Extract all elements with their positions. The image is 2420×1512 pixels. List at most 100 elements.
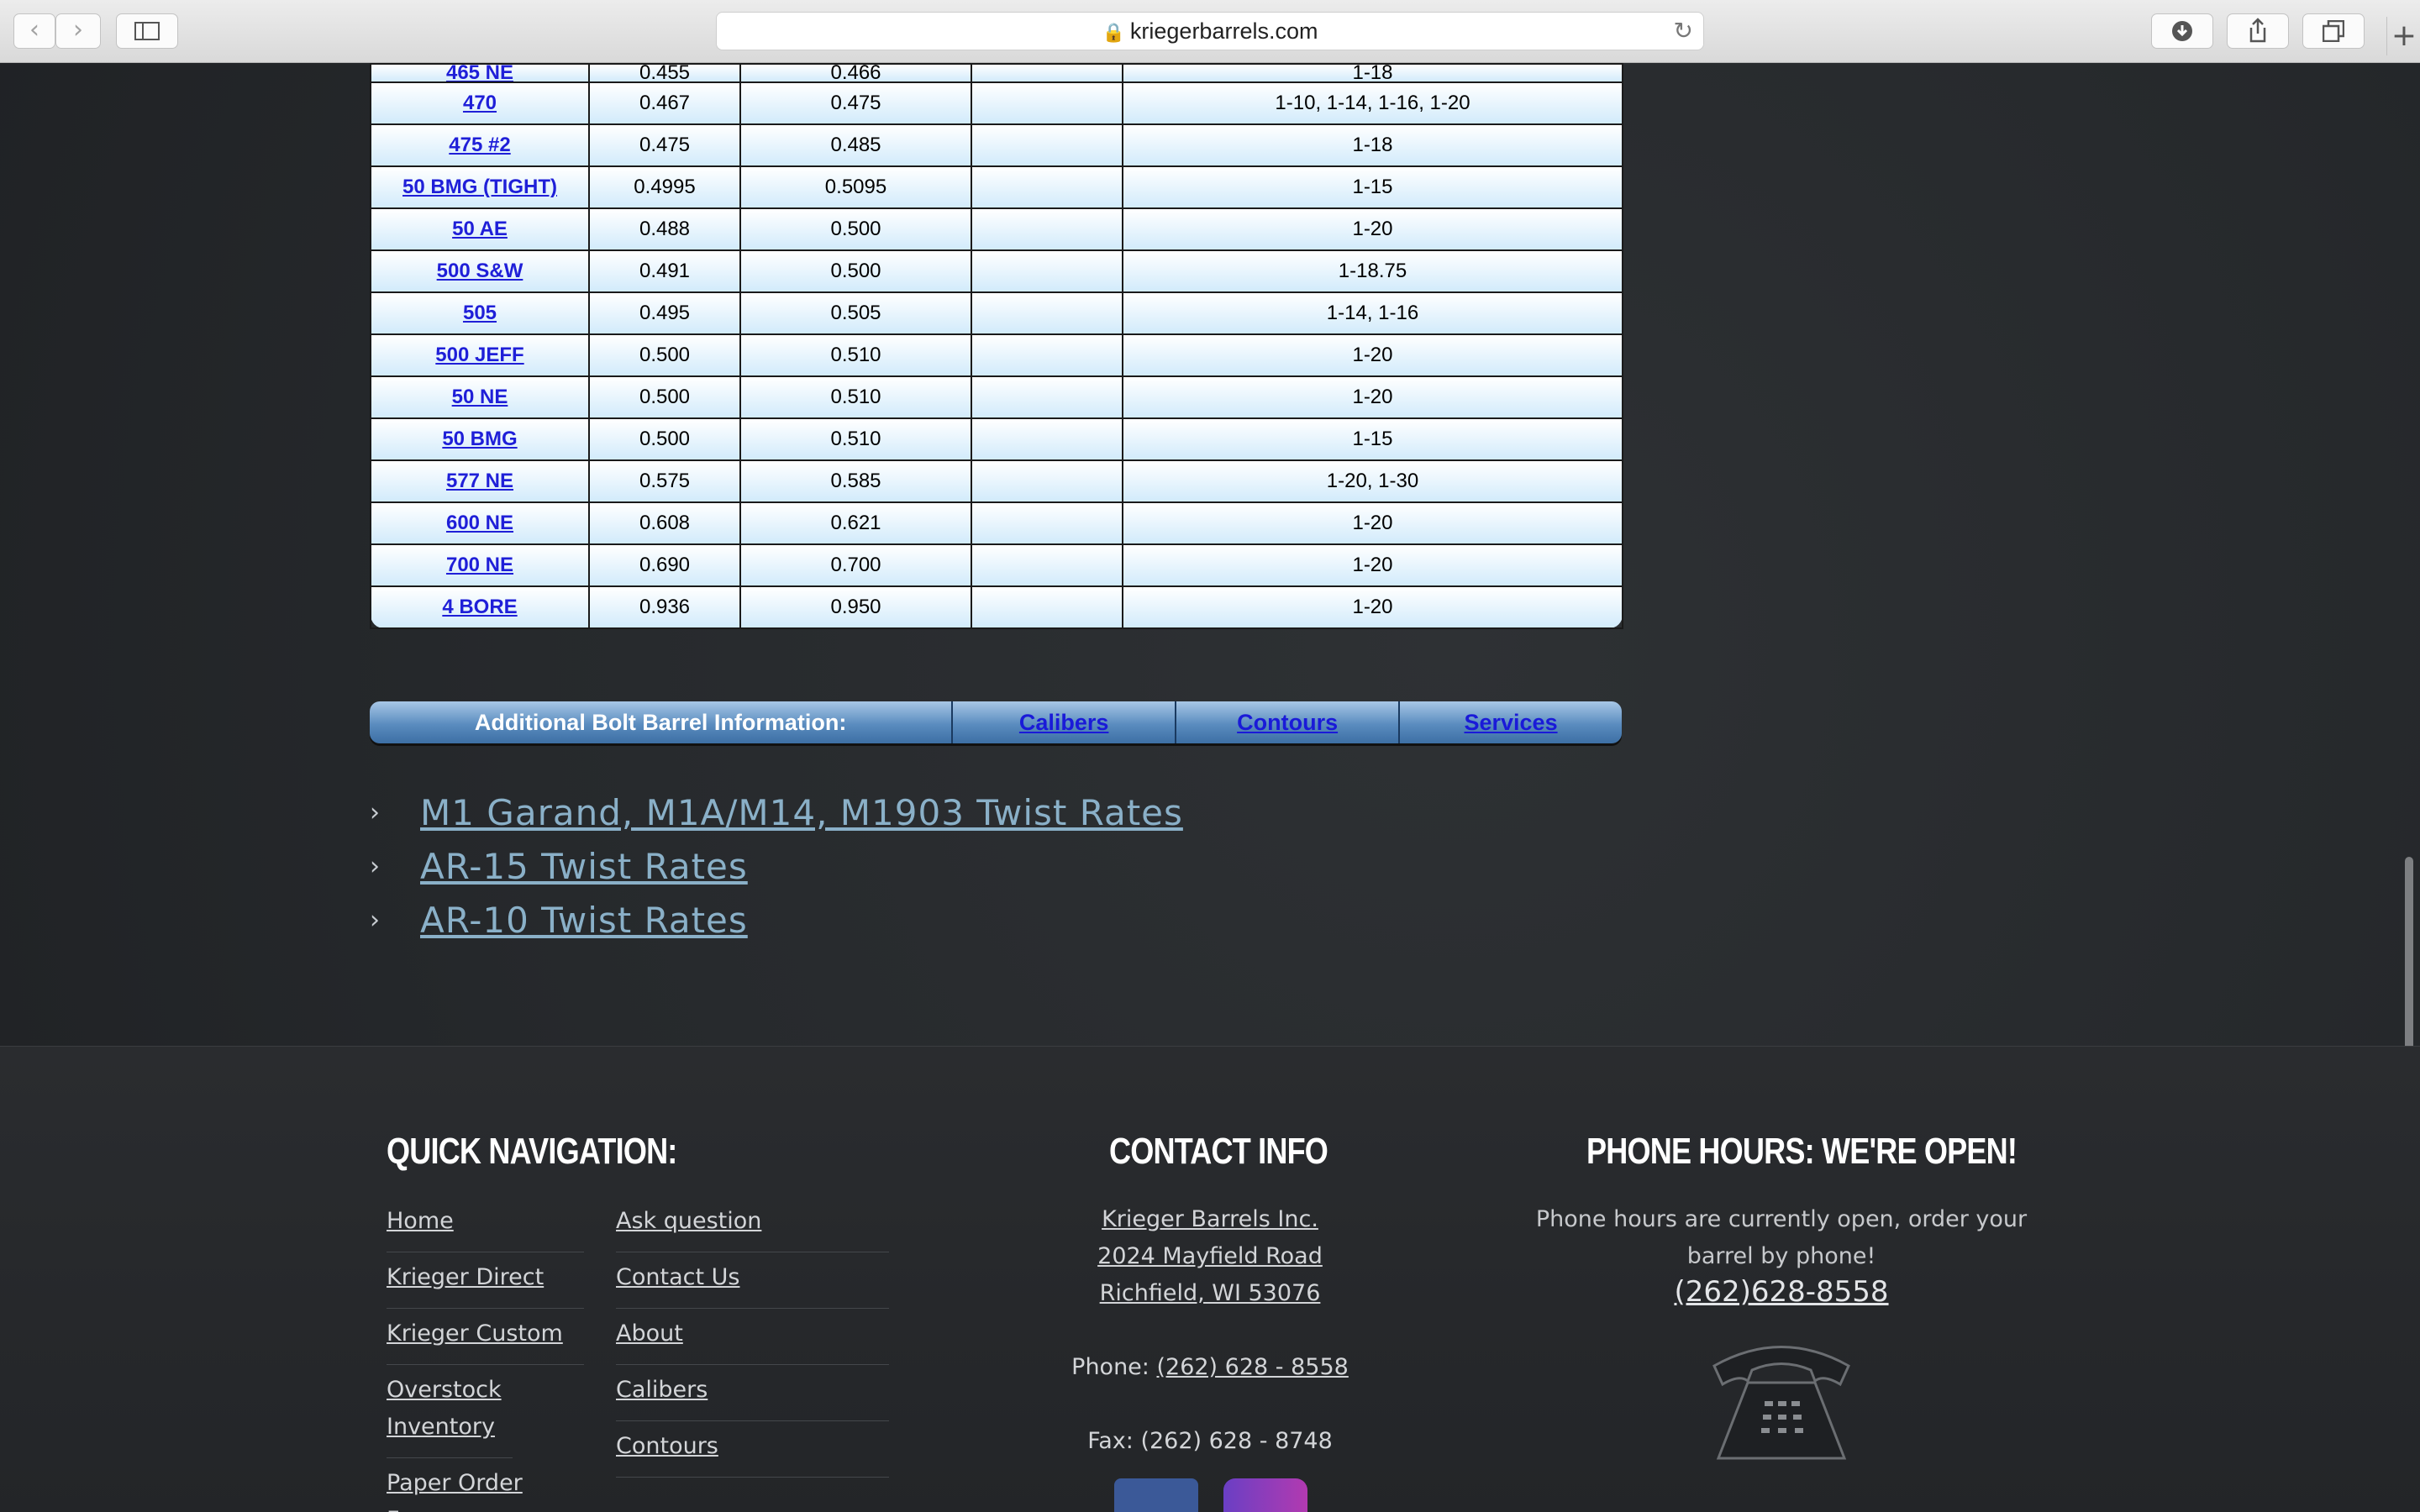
phone-hours-link[interactable]: (262)628-8558 (1512, 1275, 2050, 1309)
social-icons (1042, 1478, 1378, 1512)
caliber-cell: 4 BORE (370, 585, 590, 629)
sidebar-button[interactable] (116, 13, 178, 49)
contours-link[interactable]: Contours (1176, 701, 1401, 743)
forward-button[interactable]: › (55, 13, 101, 49)
address-line-1[interactable]: 2024 Mayfield Road (1097, 1243, 1323, 1269)
chevron-right-icon: › (370, 851, 380, 881)
ar15-twist-link[interactable]: AR-15 Twist Rates (420, 846, 748, 887)
lock-icon: 🔒 (1102, 23, 1125, 44)
caliber-cell: 50 BMG (TIGHT) (370, 165, 590, 209)
caliber-link[interactable]: 470 (463, 92, 497, 114)
caliber-cell: 475 #2 (370, 123, 590, 167)
table-row: 50 AE 0.488 0.500 1-20 (370, 207, 1623, 251)
blank-cell (971, 543, 1123, 587)
back-button[interactable]: ‹ (13, 13, 55, 49)
table-row: 577 NE 0.575 0.585 1-20, 1-30 (370, 459, 1623, 503)
blank-cell (971, 123, 1123, 167)
caliber-link[interactable]: 505 (463, 302, 497, 324)
nav-link-krieger-custom[interactable]: Krieger Custom (387, 1309, 584, 1365)
share-button[interactable] (2227, 13, 2289, 49)
table-row: 500 JEFF 0.500 0.510 1-20 (370, 333, 1623, 377)
blank-cell (971, 333, 1123, 377)
caliber-link[interactable]: 4 BORE (442, 596, 517, 618)
land-cell: 0.936 (588, 585, 741, 629)
caliber-link[interactable]: 475 #2 (449, 134, 510, 156)
services-link[interactable]: Services (1400, 701, 1622, 743)
groove-cell: 0.475 (739, 81, 972, 125)
downloads-button[interactable] (2151, 13, 2213, 49)
blank-cell (971, 375, 1123, 419)
caliber-link[interactable]: 50 NE (452, 386, 508, 408)
contact-info-title: CONTACT INFO (1109, 1131, 1328, 1172)
facebook-icon[interactable] (1114, 1478, 1198, 1512)
caliber-link[interactable]: 50 BMG (442, 428, 517, 450)
twist-cell: 1-18 (1122, 123, 1623, 167)
phone-hours-text: Phone hours are currently open, order yo… (1535, 1206, 2028, 1269)
land-cell: 0.500 (588, 417, 741, 461)
calibers-link[interactable]: Calibers (953, 701, 1177, 743)
instagram-icon[interactable] (1223, 1478, 1307, 1512)
nav-link-overstock[interactable]: Overstock Inventory (387, 1365, 513, 1458)
caliber-link[interactable]: 465 NE (446, 66, 513, 81)
nav-link-home[interactable]: Home (387, 1196, 584, 1252)
caliber-cell: 600 NE (370, 501, 590, 545)
land-cell: 0.500 (588, 333, 741, 377)
quick-nav-title: QUICK NAVIGATION: (387, 1131, 677, 1172)
nav-link-about[interactable]: About (616, 1309, 889, 1365)
groove-cell: 0.585 (739, 459, 972, 503)
download-icon (2172, 21, 2192, 41)
twist-cell: 1-20, 1-30 (1122, 459, 1623, 503)
caliber-cell: 500 JEFF (370, 333, 590, 377)
caliber-link[interactable]: 500 JEFF (435, 344, 523, 366)
land-cell: 0.4995 (588, 165, 741, 209)
nav-link-contours[interactable]: Contours (616, 1421, 889, 1478)
address-bar[interactable]: 🔒 kriegerbarrels.com ↻ (716, 12, 1704, 50)
table-row: 50 BMG (TIGHT) 0.4995 0.5095 1-15 (370, 165, 1623, 209)
nav-link-ask-question[interactable]: Ask question (616, 1196, 889, 1252)
phone-label: Phone: (1071, 1354, 1150, 1380)
address-line-2[interactable]: Richfield, WI 53076 (1100, 1280, 1321, 1306)
footer: QUICK NAVIGATION: Home Krieger Direct Kr… (0, 1046, 2420, 1512)
twist-cell: 1-14, 1-16 (1122, 291, 1623, 335)
phone-hours-title: PHONE HOURS: WE'RE OPEN! (1586, 1131, 2018, 1172)
twist-cell: 1-18 (1122, 63, 1623, 83)
nav-link-contact-us[interactable]: Contact Us (616, 1252, 889, 1309)
tabs-button[interactable] (2302, 13, 2365, 49)
m1-garand-twist-link[interactable]: M1 Garand, M1A/M14, M1903 Twist Rates (420, 792, 1183, 833)
chevron-right-icon: › (370, 905, 380, 935)
groove-cell: 0.500 (739, 207, 972, 251)
caliber-cell: 50 AE (370, 207, 590, 251)
phone-link[interactable]: (262) 628 - 8558 (1156, 1354, 1348, 1380)
sidebar-icon (134, 22, 160, 40)
twist-rate-table: 465 NE 0.455 0.466 1-18 470 0.467 0.475 1-10, 1… (370, 63, 1623, 629)
caliber-link[interactable]: 50 BMG (TIGHT) (402, 176, 557, 198)
telephone-icon (1712, 1346, 1850, 1460)
nav-link-calibers[interactable]: Calibers (616, 1365, 889, 1421)
caliber-link[interactable]: 500 S&W (437, 260, 523, 282)
list-item: › M1 Garand, M1A/M14, M1903 Twist Rates (370, 785, 1183, 839)
caliber-link[interactable]: 600 NE (446, 512, 513, 534)
groove-cell: 0.505 (739, 291, 972, 335)
nav-link-paper-order[interactable]: Paper Order Form (387, 1458, 584, 1512)
caliber-link[interactable]: 50 AE (452, 218, 508, 240)
ar10-twist-link[interactable]: AR-10 Twist Rates (420, 900, 748, 941)
land-cell: 0.491 (588, 249, 741, 293)
blank-cell (971, 249, 1123, 293)
company-name[interactable]: Krieger Barrels Inc. (1102, 1206, 1318, 1232)
info-bar-title: Additional Bolt Barrel Information: (370, 701, 954, 743)
nav-link-krieger-direct[interactable]: Krieger Direct (387, 1252, 584, 1309)
groove-cell: 0.950 (739, 585, 972, 629)
contact-info: Krieger Barrels Inc. 2024 Mayfield Road … (1042, 1201, 1378, 1512)
caliber-cell: 700 NE (370, 543, 590, 587)
table-row: 50 BMG 0.500 0.510 1-15 (370, 417, 1623, 461)
caliber-link[interactable]: 700 NE (446, 554, 513, 576)
table-row: 700 NE 0.690 0.700 1-20 (370, 543, 1623, 587)
twist-cell: 1-20 (1122, 501, 1623, 545)
table-row: 4 BORE 0.936 0.950 1-20 (370, 585, 1623, 629)
reload-icon[interactable]: ↻ (1674, 13, 1693, 50)
groove-cell: 0.621 (739, 501, 972, 545)
land-cell: 0.575 (588, 459, 741, 503)
new-tab-button[interactable]: + (2386, 17, 2420, 55)
caliber-link[interactable]: 577 NE (446, 470, 513, 492)
twist-cell: 1-10, 1-14, 1-16, 1-20 (1122, 81, 1623, 125)
